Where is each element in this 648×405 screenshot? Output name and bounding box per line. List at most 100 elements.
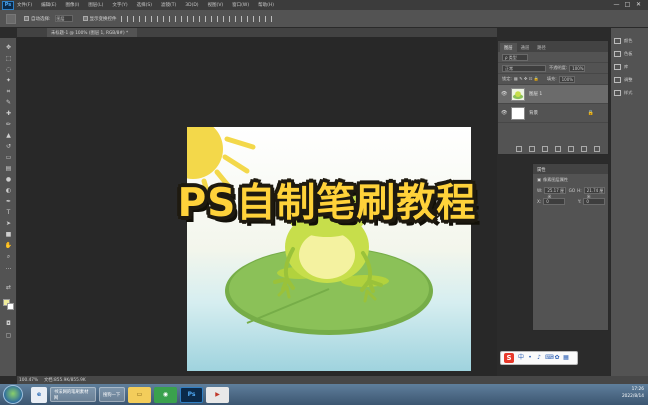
new-layer-icon[interactable] <box>581 146 587 152</box>
path-selection-tool-icon[interactable]: ➤ <box>4 220 13 227</box>
distribute-bottom-icon[interactable] <box>216 15 224 22</box>
panel-button-color[interactable]: 颜色 <box>611 34 648 47</box>
align-middle-icon[interactable] <box>132 15 140 22</box>
gradient-tool-icon[interactable]: ▤ <box>4 165 13 172</box>
swap-colors-icon[interactable]: ⇄ <box>4 284 13 291</box>
menu-filter[interactable]: 滤镜(T) <box>161 2 176 8</box>
menu-edit[interactable]: 编辑(E) <box>41 2 56 8</box>
distribute-left-icon[interactable] <box>228 15 236 22</box>
panel-button-adjustments[interactable]: 调整 <box>611 73 648 86</box>
layer-name[interactable]: 图层 1 <box>529 91 542 97</box>
visibility-eye-icon[interactable]: 👁 <box>501 91 507 97</box>
move-tool-preset-icon[interactable] <box>6 13 16 24</box>
ime-skin-icon[interactable]: ✿ <box>554 355 560 361</box>
distribute-right-icon[interactable] <box>252 15 260 22</box>
crop-tool-icon[interactable]: ⌗ <box>4 88 13 95</box>
wechat-icon[interactable]: ◉ <box>154 386 177 403</box>
menu-help[interactable]: 帮助(H) <box>258 2 274 8</box>
zoom-level[interactable]: 100.47% <box>19 378 44 383</box>
ime-chinese-mode-icon[interactable]: 中 <box>518 355 524 361</box>
task-search[interactable]: 搜狗一下 <box>99 387 125 402</box>
minimize-button[interactable]: — <box>611 0 622 9</box>
distribute-center-icon[interactable] <box>240 15 248 22</box>
auto-select-dropdown[interactable]: 图层 <box>54 15 73 22</box>
link-go-label[interactable]: GO <box>569 188 576 193</box>
start-button[interactable] <box>3 385 23 404</box>
shape-tool-icon[interactable]: ■ <box>4 231 13 238</box>
eraser-tool-icon[interactable]: ▭ <box>4 154 13 161</box>
ime-keyboard-icon[interactable]: ⌨ <box>545 355 554 361</box>
menu-view[interactable]: 视图(V) <box>208 2 224 8</box>
distribute-middle-icon[interactable] <box>204 15 212 22</box>
layer-row[interactable]: 👁 图层 1 <box>498 85 608 104</box>
document-canvas[interactable] <box>187 127 471 371</box>
align-right-icon[interactable] <box>180 15 188 22</box>
layer-style-icon[interactable] <box>529 146 535 152</box>
layer-name[interactable]: 背景 <box>529 110 538 116</box>
panel-button-styles[interactable]: 样式 <box>611 86 648 99</box>
close-button[interactable]: ✕ <box>633 0 644 9</box>
opacity-input[interactable]: 100% <box>569 64 586 72</box>
y-input[interactable]: 0 <box>583 198 605 205</box>
align-center-icon[interactable] <box>168 15 176 22</box>
visibility-eye-icon[interactable]: 👁 <box>501 110 507 116</box>
more-tools-icon[interactable]: … <box>4 264 13 271</box>
height-input[interactable]: 21.74 厘米 <box>583 187 605 199</box>
eyedropper-tool-icon[interactable]: ✎ <box>4 99 13 106</box>
healing-brush-tool-icon[interactable]: ✚ <box>4 110 13 117</box>
blend-mode-dropdown[interactable]: 正常 <box>502 64 546 72</box>
lasso-tool-icon[interactable]: ◌ <box>4 66 13 73</box>
move-tool-icon[interactable]: ✥ <box>4 44 13 51</box>
lock-icons[interactable]: ▦ ✎ ✥ ⊡ 🔒 <box>514 76 539 82</box>
align-left-icon[interactable] <box>156 15 164 22</box>
type-tool-icon[interactable]: T <box>4 209 13 216</box>
menu-select[interactable]: 选择(S) <box>137 2 152 8</box>
panel-button-libraries[interactable]: 库 <box>611 60 648 73</box>
history-brush-tool-icon[interactable]: ↺ <box>4 143 13 150</box>
background-color-swatch[interactable] <box>7 303 14 310</box>
menu-layer[interactable]: 图层(L) <box>88 2 103 8</box>
auto-select-checkbox[interactable] <box>24 16 29 21</box>
menu-window[interactable]: 窗口(W) <box>232 2 249 8</box>
align-top-icon[interactable] <box>120 15 128 22</box>
kind-filter-dropdown[interactable]: ρ 类型 <box>502 53 528 61</box>
system-tray-clock[interactable]: 17:26 2022/8/14 <box>622 386 644 400</box>
fill-input[interactable]: 100% <box>558 75 575 83</box>
ime-punctuation-icon[interactable]: • <box>527 355 533 361</box>
panel-button-swatches[interactable]: 色板 <box>611 47 648 60</box>
align-bottom-icon[interactable] <box>144 15 152 22</box>
quick-mask-icon[interactable]: ◘ <box>4 320 13 327</box>
ime-menu-icon[interactable]: ▦ <box>563 355 569 361</box>
link-layers-icon[interactable] <box>516 146 522 152</box>
menu-image[interactable]: 图像(I) <box>65 2 79 8</box>
auto-align-icon[interactable] <box>264 15 272 22</box>
menu-3d[interactable]: 3D(D) <box>185 3 198 8</box>
hand-tool-icon[interactable]: ✋ <box>4 242 13 249</box>
clone-stamp-tool-icon[interactable]: ▲ <box>4 132 13 139</box>
maximize-button[interactable]: □ <box>622 0 633 9</box>
document-tab[interactable]: 未标题-1 @ 100% (图层 1, RGB/8#) * <box>47 28 137 37</box>
delete-layer-icon[interactable] <box>594 146 600 152</box>
new-group-icon[interactable] <box>568 146 574 152</box>
layer-row[interactable]: 👁 背景 🔒 <box>498 104 608 123</box>
photoshop-task-icon[interactable]: Ps <box>180 386 203 403</box>
x-input[interactable]: 0 <box>543 198 565 205</box>
tab-paths[interactable]: 路径 <box>533 43 550 52</box>
marquee-tool-icon[interactable]: ⬚ <box>4 55 13 62</box>
add-mask-icon[interactable] <box>542 146 548 152</box>
file-explorer-icon[interactable]: ▭ <box>128 386 151 403</box>
tab-layers[interactable]: 图层 <box>500 43 517 52</box>
width-input[interactable]: 25.17 厘米 <box>544 187 566 199</box>
menu-type[interactable]: 文字(Y) <box>112 2 127 8</box>
brush-tool-icon[interactable]: ✏ <box>4 121 13 128</box>
screen-mode-icon[interactable]: ▢ <box>4 332 13 339</box>
zoom-tool-icon[interactable]: ⌕ <box>4 253 13 260</box>
pen-tool-icon[interactable]: ✒ <box>4 198 13 205</box>
distribute-top-icon[interactable] <box>192 15 200 22</box>
menu-file[interactable]: 文件(F) <box>17 2 32 8</box>
ie-browser-icon[interactable]: e <box>31 386 47 403</box>
tab-channels[interactable]: 通道 <box>517 43 534 52</box>
adjustment-layer-icon[interactable] <box>555 146 561 152</box>
media-player-icon[interactable]: ▶ <box>206 386 229 403</box>
task-browser[interactable]: 书法网的笔刷素材网 <box>50 387 96 402</box>
